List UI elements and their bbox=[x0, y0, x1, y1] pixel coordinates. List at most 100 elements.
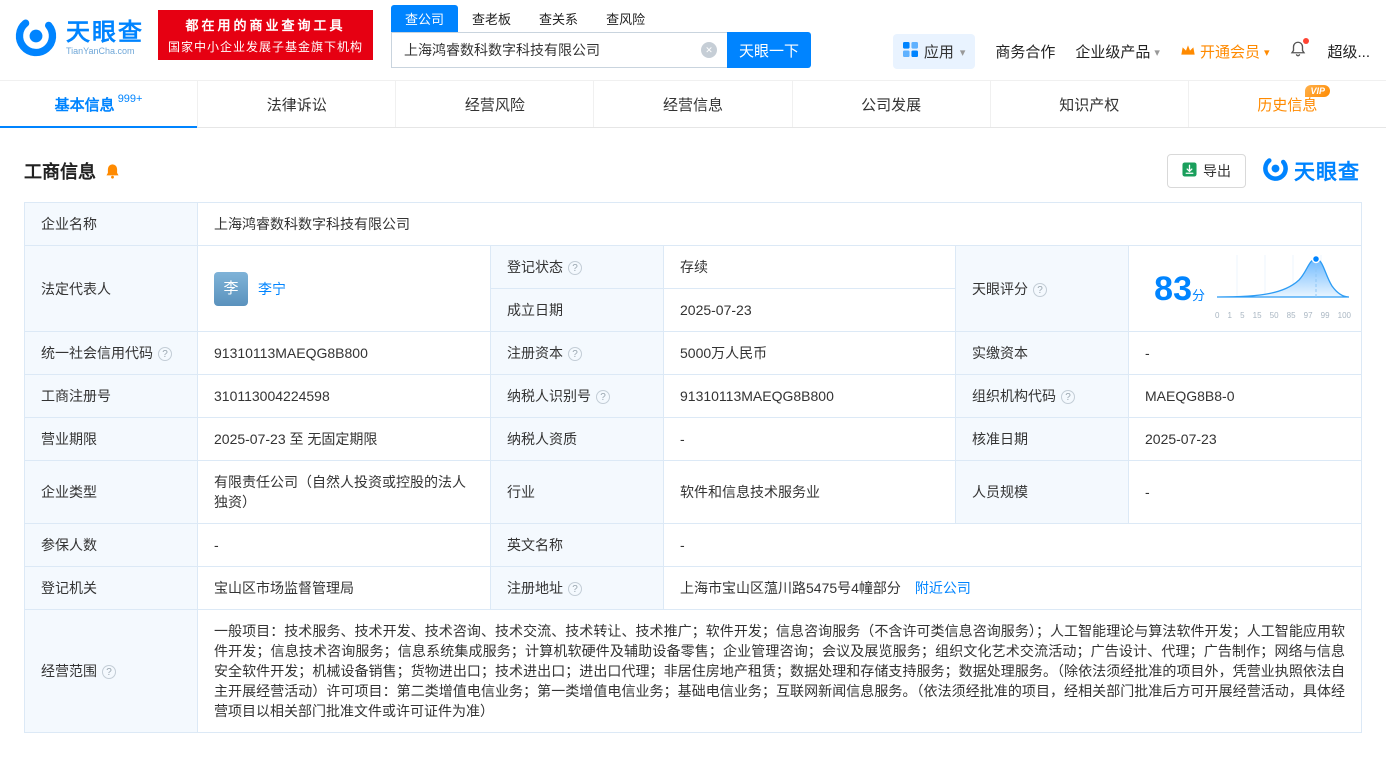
field-value-reg-address: 上海市宝山区蕰川路5475号4幢部分 附近公司 bbox=[663, 566, 1362, 610]
site-logo[interactable]: 天眼查 TianYanCha.com bbox=[14, 14, 144, 63]
field-value-staff-size: - bbox=[1128, 460, 1362, 524]
help-icon[interactable] bbox=[1061, 390, 1075, 404]
field-value-credit-code: 91310113MAEQG8B800 bbox=[197, 331, 491, 375]
field-value-industry: 软件和信息技术服务业 bbox=[663, 460, 956, 524]
crown-icon bbox=[1180, 43, 1196, 61]
field-label-reg-authority: 登记机关 bbox=[24, 566, 198, 610]
field-value-reg-status: 存续 bbox=[663, 245, 956, 289]
search-tab-risk[interactable]: 查风险 bbox=[592, 5, 659, 32]
score-axis-ticks: 0 1 5 15 50 85 97 99 100 bbox=[1215, 311, 1351, 320]
reg-address-text: 上海市宝山区蕰川路5475号4幢部分 bbox=[680, 580, 901, 596]
search-tabs: 查公司 查老板 查关系 查风险 bbox=[391, 5, 811, 32]
table-row: 法定代表人 李 李宁 登记状态 存续 天眼评分 83分 bbox=[24, 245, 1362, 332]
score-distribution-chart: 0 1 5 15 50 85 97 99 100 bbox=[1215, 251, 1351, 326]
field-value-taxpayer-quality: - bbox=[663, 417, 956, 461]
menu-open-vip[interactable]: 开通会员 bbox=[1180, 41, 1270, 62]
section-header: 工商信息 导出 天眼查 bbox=[24, 154, 1360, 188]
field-value-insured-count: - bbox=[197, 523, 491, 567]
table-row: 登记机关 宝山区市场监督管理局 注册地址 上海市宝山区蕰川路5475号4幢部分 … bbox=[24, 566, 1362, 610]
export-button[interactable]: 导出 bbox=[1167, 154, 1246, 188]
search-input[interactable] bbox=[391, 32, 728, 68]
help-icon[interactable] bbox=[568, 261, 582, 275]
brand-watermark-text: 天眼查 bbox=[1294, 161, 1360, 184]
help-icon[interactable] bbox=[1033, 282, 1047, 297]
field-label-score: 天眼评分 bbox=[955, 245, 1129, 332]
field-value-reg-authority: 宝山区市场监督管理局 bbox=[197, 566, 491, 610]
menu-enterprise[interactable]: 企业级产品 bbox=[1075, 41, 1160, 62]
nearby-companies-link[interactable]: 附近公司 bbox=[915, 580, 971, 596]
tab-legal-litigation[interactable]: 法律诉讼 bbox=[197, 81, 395, 127]
field-value-company-name: 上海鸿睿数科数字科技有限公司 bbox=[197, 202, 1362, 246]
table-row: 经营范围 一般项目：技术服务、技术开发、技术咨询、技术交流、技术转让、技术推广；… bbox=[24, 609, 1362, 733]
tab-operation-risk[interactable]: 经营风险 bbox=[395, 81, 593, 127]
field-value-reg-number: 310113004224598 bbox=[197, 374, 491, 418]
field-value-company-type: 有限责任公司（自然人投资或控股的法人独资） bbox=[197, 460, 491, 524]
apps-label: 应用 bbox=[923, 44, 954, 61]
field-label-reg-number: 工商注册号 bbox=[24, 374, 198, 418]
help-icon[interactable] bbox=[568, 582, 582, 596]
field-label-company-name: 企业名称 bbox=[24, 202, 198, 246]
field-value-legal-rep: 李 李宁 bbox=[197, 245, 491, 332]
field-value-business-scope: 一般项目：技术服务、技术开发、技术咨询、技术交流、技术转让、技术推广；软件开发；… bbox=[197, 609, 1362, 733]
table-row: 企业类型 有限责任公司（自然人投资或控股的法人独资） 行业 软件和信息技术服务业… bbox=[24, 460, 1362, 524]
legal-rep-link[interactable]: 李宁 bbox=[258, 279, 286, 299]
apps-button[interactable]: 应用 bbox=[892, 34, 976, 69]
field-label-business-scope: 经营范围 bbox=[24, 609, 198, 733]
table-row: 参保人数 - 英文名称 - bbox=[24, 523, 1362, 567]
promo-line-1: 都在用的商业查询工具 bbox=[185, 18, 346, 33]
alert-bell-icon[interactable] bbox=[104, 163, 121, 180]
table-row: 统一社会信用代码 91310113MAEQG8B800 注册资本 5000万人民… bbox=[24, 331, 1362, 375]
brand-watermark: 天眼查 bbox=[1262, 155, 1360, 187]
business-info-table: 企业名称 上海鸿睿数科数字科技有限公司 法定代表人 李 李宁 登记状态 存续 天… bbox=[24, 202, 1362, 733]
menu-super-vip[interactable]: 超级... bbox=[1327, 41, 1370, 62]
table-row: 企业名称 上海鸿睿数科数字科技有限公司 bbox=[24, 202, 1362, 246]
table-row: 工商注册号 310113004224598 纳税人识别号 91310113MAE… bbox=[24, 374, 1362, 418]
field-label-credit-code: 统一社会信用代码 bbox=[24, 331, 198, 375]
field-value-score: 83分 0 1 5 15 50 85 97 99 100 bbox=[1128, 245, 1362, 332]
field-value-approval-date: 2025-07-23 bbox=[1128, 417, 1362, 461]
help-icon[interactable] bbox=[568, 347, 582, 361]
help-icon[interactable] bbox=[158, 347, 172, 361]
field-value-taxpayer-id: 91310113MAEQG8B800 bbox=[663, 374, 956, 418]
field-label-business-term: 营业期限 bbox=[24, 417, 198, 461]
field-label-taxpayer-id: 纳税人识别号 bbox=[490, 374, 664, 418]
field-label-reg-status: 登记状态 bbox=[490, 245, 664, 289]
field-label-legal-rep: 法定代表人 bbox=[24, 245, 198, 332]
search-tab-boss[interactable]: 查老板 bbox=[458, 5, 525, 32]
menu-cooperation[interactable]: 商务合作 bbox=[995, 41, 1055, 62]
tab-basic-info-count: 999+ bbox=[117, 93, 143, 105]
tab-intellectual-property[interactable]: 知识产权 bbox=[989, 81, 1188, 127]
field-value-org-code: MAEQG8B8-0 bbox=[1128, 374, 1362, 418]
header-menu: 应用 商务合作 企业级产品 开通会员 超级... bbox=[892, 34, 1370, 69]
notification-bell-icon[interactable] bbox=[1289, 38, 1310, 63]
tab-history-info[interactable]: 历史信息 VIP bbox=[1187, 81, 1386, 127]
search-block: 查公司 查老板 查关系 查风险 天眼一下 bbox=[391, 5, 812, 68]
tab-basic-info[interactable]: 基本信息 999+ bbox=[0, 81, 198, 128]
table-row: 营业期限 2025-07-23 至 无固定期限 纳税人资质 - 核准日期 202… bbox=[24, 417, 1362, 461]
score-unit: 分 bbox=[1191, 287, 1205, 303]
help-icon[interactable] bbox=[596, 390, 610, 404]
chevron-down-icon bbox=[1264, 43, 1270, 60]
field-label-approval-date: 核准日期 bbox=[955, 417, 1129, 461]
clear-search-icon[interactable] bbox=[701, 42, 718, 58]
search-tab-relation[interactable]: 查关系 bbox=[525, 5, 592, 32]
help-icon[interactable] bbox=[102, 665, 116, 679]
site-logo-subtitle: TianYanCha.com bbox=[66, 46, 135, 57]
notification-dot bbox=[1303, 38, 1310, 44]
field-label-reg-capital: 注册资本 bbox=[490, 331, 664, 375]
field-label-company-type: 企业类型 bbox=[24, 460, 198, 524]
field-label-paid-capital: 实缴资本 bbox=[955, 331, 1129, 375]
tianyancha-logo-icon bbox=[14, 14, 58, 63]
field-label-reg-address: 注册地址 bbox=[490, 566, 664, 610]
tab-operation-info[interactable]: 经营信息 bbox=[593, 81, 791, 127]
legal-rep-avatar[interactable]: 李 bbox=[214, 271, 248, 306]
field-value-reg-capital: 5000万人民币 bbox=[663, 331, 956, 375]
section-title: 工商信息 bbox=[24, 162, 96, 182]
vip-badge: VIP bbox=[1305, 85, 1330, 97]
search-button[interactable]: 天眼一下 bbox=[727, 32, 812, 68]
promo-line-2: 国家中小企业发展子基金旗下机构 bbox=[168, 40, 364, 54]
enterprise-label: 企业级产品 bbox=[1075, 44, 1151, 61]
search-tab-company[interactable]: 查公司 bbox=[391, 5, 459, 32]
tab-company-development[interactable]: 公司发展 bbox=[791, 81, 990, 127]
chevron-down-icon bbox=[960, 43, 966, 60]
